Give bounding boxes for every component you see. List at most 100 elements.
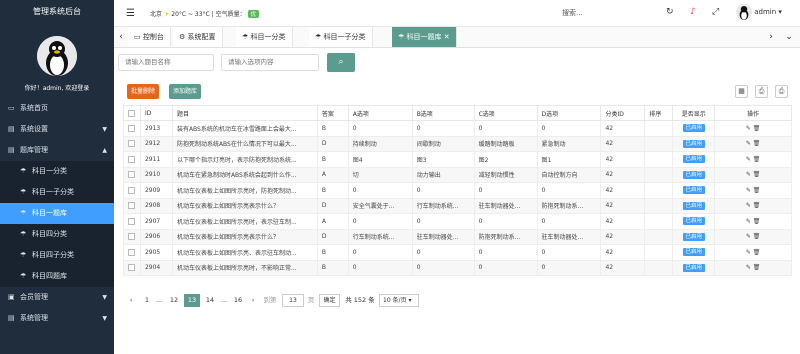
row-checkbox-cell[interactable] [123, 259, 141, 276]
menu-toggle-icon[interactable]: ☰ [126, 8, 135, 19]
table-row[interactable]: 2908 机动车仪表板上如图所示亮表示什么？ D 安全气囊处于... 行车制动系统...… [123, 197, 792, 214]
delete-icon[interactable]: 🗑 [753, 125, 761, 132]
batch-delete-button[interactable]: 批量删除 [127, 84, 160, 99]
sidebar-item[interactable]: ▤ 系统设置 ▼ [0, 119, 114, 140]
export-icon[interactable]: ⎙ [755, 85, 768, 98]
status-badge[interactable]: 已启用 [682, 232, 706, 241]
table-row[interactable]: 2911 以下哪个指示灯亮时，表示防抱死制动系统... B 图4 图3 图2 图1 42 已启用… [123, 151, 792, 168]
page-size-select[interactable]: 10 条/页 ▾ [379, 294, 419, 307]
table-row[interactable]: 2904 机动车仪表板上如图所示亮时，不影响正常... B 0 0 0 0 42 已启用 ✎ 🗑 [123, 259, 792, 276]
table-row[interactable]: 2906 机动车仪表板上如图所示亮表示什么？ D 行车制动系统... 驻车制动器处...… [123, 228, 792, 245]
tab[interactable]: ⚙ 系统配置 [173, 27, 223, 47]
delete-icon[interactable]: 🗑 [753, 249, 761, 256]
edit-icon[interactable]: ✎ [746, 249, 751, 256]
page-14[interactable]: 14 [203, 294, 217, 307]
status-badge[interactable]: 已启用 [682, 248, 706, 257]
table-row[interactable]: 2907 机动车仪表板上如图所示亮时，表示驻车制... A 0 0 0 0 42 已启用 ✎ 🗑 [123, 213, 792, 230]
edit-icon[interactable]: ✎ [746, 125, 751, 132]
edit-icon[interactable]: ✎ [746, 156, 751, 163]
page-current[interactable]: 13 [184, 294, 200, 307]
status-badge[interactable]: 已启用 [682, 201, 706, 210]
checkbox[interactable] [128, 124, 135, 132]
row-checkbox-cell[interactable] [123, 213, 141, 230]
checkbox[interactable] [128, 233, 135, 241]
tab[interactable]: ☂ 科目一子分类 [309, 27, 373, 47]
prev-page-button[interactable]: ‹ [127, 294, 135, 307]
tab[interactable]: ☂ 科目一分类 [236, 27, 293, 47]
edit-icon[interactable]: ✎ [746, 218, 751, 225]
row-checkbox-cell[interactable] [123, 166, 141, 183]
delete-icon[interactable]: 🗑 [753, 140, 761, 147]
sidebar-item[interactable]: ▤ 系统管理 ▼ [0, 308, 114, 329]
checkbox[interactable] [128, 202, 135, 210]
top-search[interactable]: 搜索... [562, 8, 583, 18]
row-checkbox-cell[interactable] [123, 228, 141, 245]
row-checkbox-cell[interactable] [123, 135, 141, 152]
checkbox[interactable] [128, 248, 135, 256]
table-row[interactable]: 2905 机动车仪表板上如图所示亮、表示驻车制动... B 0 0 0 0 42 已启用 ✎ 🗑 [123, 244, 792, 261]
refresh-icon[interactable]: ↻ [666, 7, 674, 17]
edit-icon[interactable]: ✎ [746, 233, 751, 240]
edit-icon[interactable]: ✎ [746, 140, 751, 147]
table-row[interactable]: 2913 装有ABS系统的机动车在冰雪路面上会最大... B 0 0 0 0 42 已启用 ✎ 🗑 [123, 120, 792, 137]
status-badge[interactable]: 已启用 [682, 263, 706, 272]
row-checkbox-cell[interactable] [123, 120, 141, 137]
delete-icon[interactable]: 🗑 [753, 202, 761, 209]
delete-icon[interactable]: 🗑 [753, 156, 761, 163]
tab[interactable]: ▭ 控制台 [128, 27, 171, 47]
checkbox[interactable] [128, 140, 135, 148]
edit-icon[interactable]: ✎ [746, 264, 751, 271]
add-button[interactable]: 添加题库 [169, 84, 202, 99]
sidebar-item[interactable]: ☂ 科目四题库 [0, 266, 114, 287]
tabs-menu-icon[interactable]: ⌄ [782, 27, 796, 47]
row-checkbox-cell[interactable] [123, 197, 141, 214]
sidebar-item[interactable]: ▣ 会员管理 ▼ [0, 287, 114, 308]
checkbox[interactable] [128, 171, 135, 179]
page-16[interactable]: 16 [231, 294, 245, 307]
option-search-input[interactable] [221, 54, 319, 71]
search-button[interactable]: ⌕ [327, 53, 355, 72]
fullscreen-icon[interactable]: ⤢ [712, 7, 719, 17]
delete-icon[interactable]: 🗑 [753, 264, 761, 271]
edit-icon[interactable]: ✎ [746, 171, 751, 178]
status-badge[interactable]: 已启用 [682, 170, 706, 179]
page-12[interactable]: 12 [167, 294, 181, 307]
table-row[interactable]: 2910 机动车在紧急制动时ABS系统会起到什么作... A 切动力输出 减轻制动惯性自… [123, 166, 792, 183]
checkbox[interactable] [128, 109, 135, 117]
status-badge[interactable]: 已启用 [682, 124, 706, 133]
checkbox[interactable] [128, 186, 135, 194]
next-page-button[interactable]: › [249, 294, 257, 307]
status-badge[interactable]: 已启用 [682, 217, 706, 226]
user-menu[interactable]: admin ▾ [736, 4, 782, 20]
checkbox[interactable] [128, 217, 135, 225]
page-1[interactable]: 1 [141, 294, 153, 307]
status-badge[interactable]: 已启用 [682, 155, 706, 164]
status-badge[interactable]: 已启用 [682, 186, 706, 195]
page-number-input[interactable]: 13 [282, 294, 304, 307]
row-checkbox-cell[interactable] [123, 182, 141, 199]
print-icon[interactable]: ⎙ [775, 85, 788, 98]
tab[interactable]: ☂ 科目一题库 ✕ [392, 27, 457, 47]
sidebar-item[interactable]: ▭ 系统首页 [0, 98, 114, 119]
title-search-input[interactable] [118, 54, 214, 71]
sidebar-item[interactable]: ☂ 科目四子分类 [0, 245, 114, 266]
columns-icon[interactable]: ▦ [735, 85, 748, 98]
delete-icon[interactable]: 🗑 [753, 187, 761, 194]
checkbox[interactable] [128, 155, 135, 163]
checkbox[interactable] [128, 264, 135, 272]
row-checkbox-cell[interactable] [123, 244, 141, 261]
sidebar-item[interactable]: ☂ 科目一分类 [0, 161, 114, 182]
goto-confirm-button[interactable]: 确定 [319, 294, 340, 307]
bell-icon[interactable]: ♪ [690, 7, 696, 17]
sidebar-item[interactable]: ☂ 科目四分类 [0, 224, 114, 245]
avatar[interactable] [37, 36, 77, 76]
table-row[interactable]: 2912 防抱死制动系统ABS在什么情况下可以最大... D 持续制动 间歇制动 缓踏制动… [123, 135, 792, 152]
sidebar-item[interactable]: ☂ 科目一题库 [0, 203, 114, 224]
edit-icon[interactable]: ✎ [746, 202, 751, 209]
delete-icon[interactable]: 🗑 [753, 218, 761, 225]
tabs-next-icon[interactable]: › [764, 27, 778, 47]
edit-icon[interactable]: ✎ [746, 187, 751, 194]
delete-icon[interactable]: 🗑 [753, 171, 761, 178]
close-icon[interactable]: ✕ [444, 33, 450, 41]
status-badge[interactable]: 已启用 [682, 139, 706, 148]
